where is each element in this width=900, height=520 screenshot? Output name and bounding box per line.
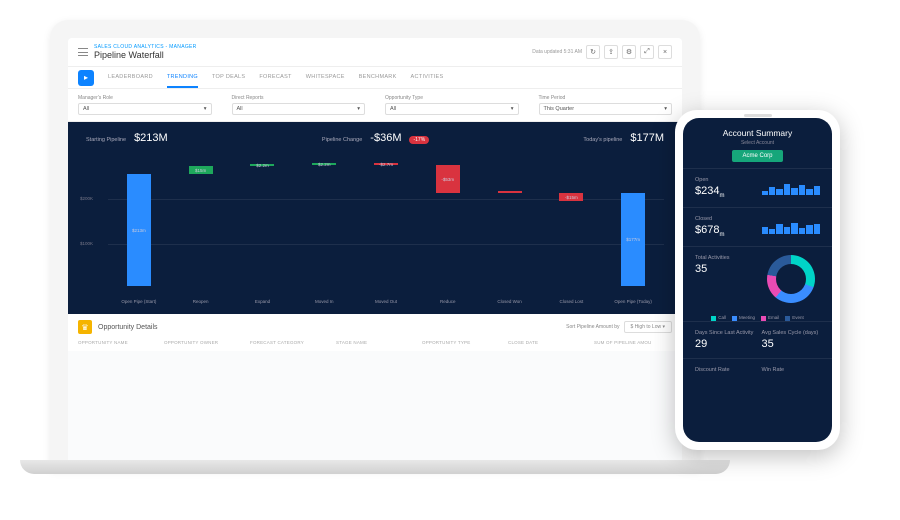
phone-speaker — [744, 114, 772, 117]
cycle-label: Avg Sales Cycle (days) — [762, 330, 821, 336]
bar-closed_won[interactable] — [498, 191, 522, 193]
x-label: Closed Won — [479, 299, 541, 304]
days-label: Days Since Last Activity — [695, 330, 754, 336]
x-label: Closed Lost — [540, 299, 602, 304]
start-label: Starting Pipeline — [86, 137, 126, 143]
discount-label: Discount Rate — [695, 367, 754, 373]
tab-activities[interactable]: ACTIVITIES — [411, 68, 444, 88]
filter-select[interactable]: All▾ — [232, 103, 366, 115]
filter-label: Manager's Role — [78, 95, 212, 101]
waterfall-chart: $200K $100K $213m $15m $2.2m $2.2m -$2.7m -$5… — [78, 154, 672, 304]
expand-icon[interactable]: ⤢ — [640, 45, 654, 59]
page-title: Pipeline Waterfall — [94, 50, 197, 60]
today-value: $177M — [630, 132, 664, 144]
start-value: $213M — [134, 132, 168, 144]
tab-top-deals[interactable]: TOP DEALS — [212, 68, 245, 88]
refresh-icon[interactable]: ↻ — [586, 45, 600, 59]
bar-label: $15m — [195, 168, 206, 173]
details-columns: OPPORTUNITY NAME OPPORTUNITY OWNER FORECAS… — [78, 340, 672, 345]
app-icon[interactable]: ▸ — [78, 70, 94, 86]
share-icon[interactable]: ⇪ — [604, 45, 618, 59]
x-label: Open Pipe (Today) — [602, 299, 664, 304]
filter-label: Direct Reports — [232, 95, 366, 101]
app-header: SALES CLOUD ANALYTICS - MANAGER Pipeline… — [68, 38, 682, 67]
tab-benchmark[interactable]: BENCHMARK — [359, 68, 397, 88]
x-label: Open Pipe (Start) — [108, 299, 170, 304]
activities-value: 35 — [695, 263, 754, 275]
tab-leaderboard[interactable]: LEADERBOARD — [108, 68, 153, 88]
phone-frame: Account Summary Select Account Acme Corp… — [675, 110, 840, 450]
tab-forecast[interactable]: FORECAST — [259, 68, 291, 88]
column-header[interactable]: OPPORTUNITY TYPE — [422, 340, 500, 345]
bar-label: -$15m — [565, 195, 578, 200]
laptop-frame: SALES CLOUD ANALYTICS - MANAGER Pipeline… — [50, 20, 700, 470]
y-tick: $200K — [80, 196, 93, 201]
filter-select[interactable]: All▾ — [385, 103, 519, 115]
change-pct-badge: -17% — [409, 136, 429, 144]
column-header[interactable]: CLOSE DATE — [508, 340, 586, 345]
open-sparkline — [762, 181, 821, 195]
sort-select[interactable]: $ High to Low ▾ — [624, 321, 672, 333]
filter-select[interactable]: All▾ — [78, 103, 212, 115]
details-title: Opportunity Details — [98, 324, 158, 331]
menu-icon[interactable] — [78, 48, 88, 56]
filter-select[interactable]: This Quarter▾ — [539, 103, 673, 115]
phone-select-label: Select Account — [691, 140, 824, 146]
bar-label: $177m — [626, 237, 640, 242]
column-header[interactable]: OPPORTUNITY OWNER — [164, 340, 242, 345]
bar-label: $213m — [132, 228, 146, 233]
closed-sparkline — [762, 220, 821, 234]
column-header[interactable]: OPPORTUNITY NAME — [78, 340, 156, 345]
y-tick: $100K — [80, 241, 93, 246]
tab-bar: ▸ LEADERBOARD TRENDING TOP DEALS FORECAST WH… — [68, 67, 682, 89]
activities-label: Total Activities — [695, 255, 754, 261]
filter-label: Opportunity Type — [385, 95, 519, 101]
x-label: Expand — [232, 299, 294, 304]
account-chip[interactable]: Acme Corp — [732, 150, 782, 162]
change-value: -$36M — [370, 132, 401, 144]
column-header[interactable]: FORECAST CATEGORY — [250, 340, 328, 345]
filter-label: Time Period — [539, 95, 673, 101]
x-label: Moved In — [293, 299, 355, 304]
closed-label: Closed — [695, 216, 754, 222]
phone-title: Account Summary — [691, 128, 824, 138]
phone-screen: Account Summary Select Account Acme Corp… — [683, 118, 832, 442]
waterfall-panel: Starting Pipeline $213M Pipeline Change … — [68, 122, 682, 314]
bar-label: $2.2m — [256, 163, 269, 168]
column-header[interactable]: STAGE NAME — [336, 340, 414, 345]
x-label: Moved Out — [355, 299, 417, 304]
close-icon[interactable]: × — [658, 45, 672, 59]
column-header[interactable]: SUM OF PIPELINE AMOU — [594, 340, 672, 345]
cycle-value: 35 — [762, 338, 821, 350]
days-value: 29 — [695, 338, 754, 350]
change-label: Pipeline Change — [322, 137, 362, 143]
x-label: Reopen — [170, 299, 232, 304]
sort-label: Sort Pipeline Amount by — [566, 324, 619, 330]
win-label: Win Rate — [762, 367, 821, 373]
open-value: $234m — [695, 185, 754, 199]
activities-donut — [767, 255, 815, 303]
updated-label: Data updated 5:31 AM — [532, 49, 582, 55]
filter-bar: Manager's Role All▾ Direct Reports All▾ Oppo… — [68, 89, 682, 122]
bar-label: -$53m — [441, 177, 454, 182]
crown-icon: ♛ — [78, 320, 92, 334]
today-label: Today's pipeline — [583, 137, 622, 143]
tab-trending[interactable]: TRENDING — [167, 68, 198, 88]
bar-label: -$2.7m — [379, 162, 393, 167]
summary-bar: Starting Pipeline $213M Pipeline Change … — [78, 132, 672, 154]
x-label: Reduce — [417, 299, 479, 304]
opportunity-details: ♛ Opportunity Details Sort Pipeline Amou… — [68, 314, 682, 351]
laptop-base — [20, 460, 730, 474]
app-screen: SALES CLOUD ANALYTICS - MANAGER Pipeline… — [68, 38, 682, 470]
settings-icon[interactable]: ⚙ — [622, 45, 636, 59]
bar-label: $2.2m — [318, 162, 331, 167]
tab-whitespace[interactable]: WHITESPACE — [306, 68, 345, 88]
open-label: Open — [695, 177, 754, 183]
closed-value: $678m — [695, 224, 754, 238]
